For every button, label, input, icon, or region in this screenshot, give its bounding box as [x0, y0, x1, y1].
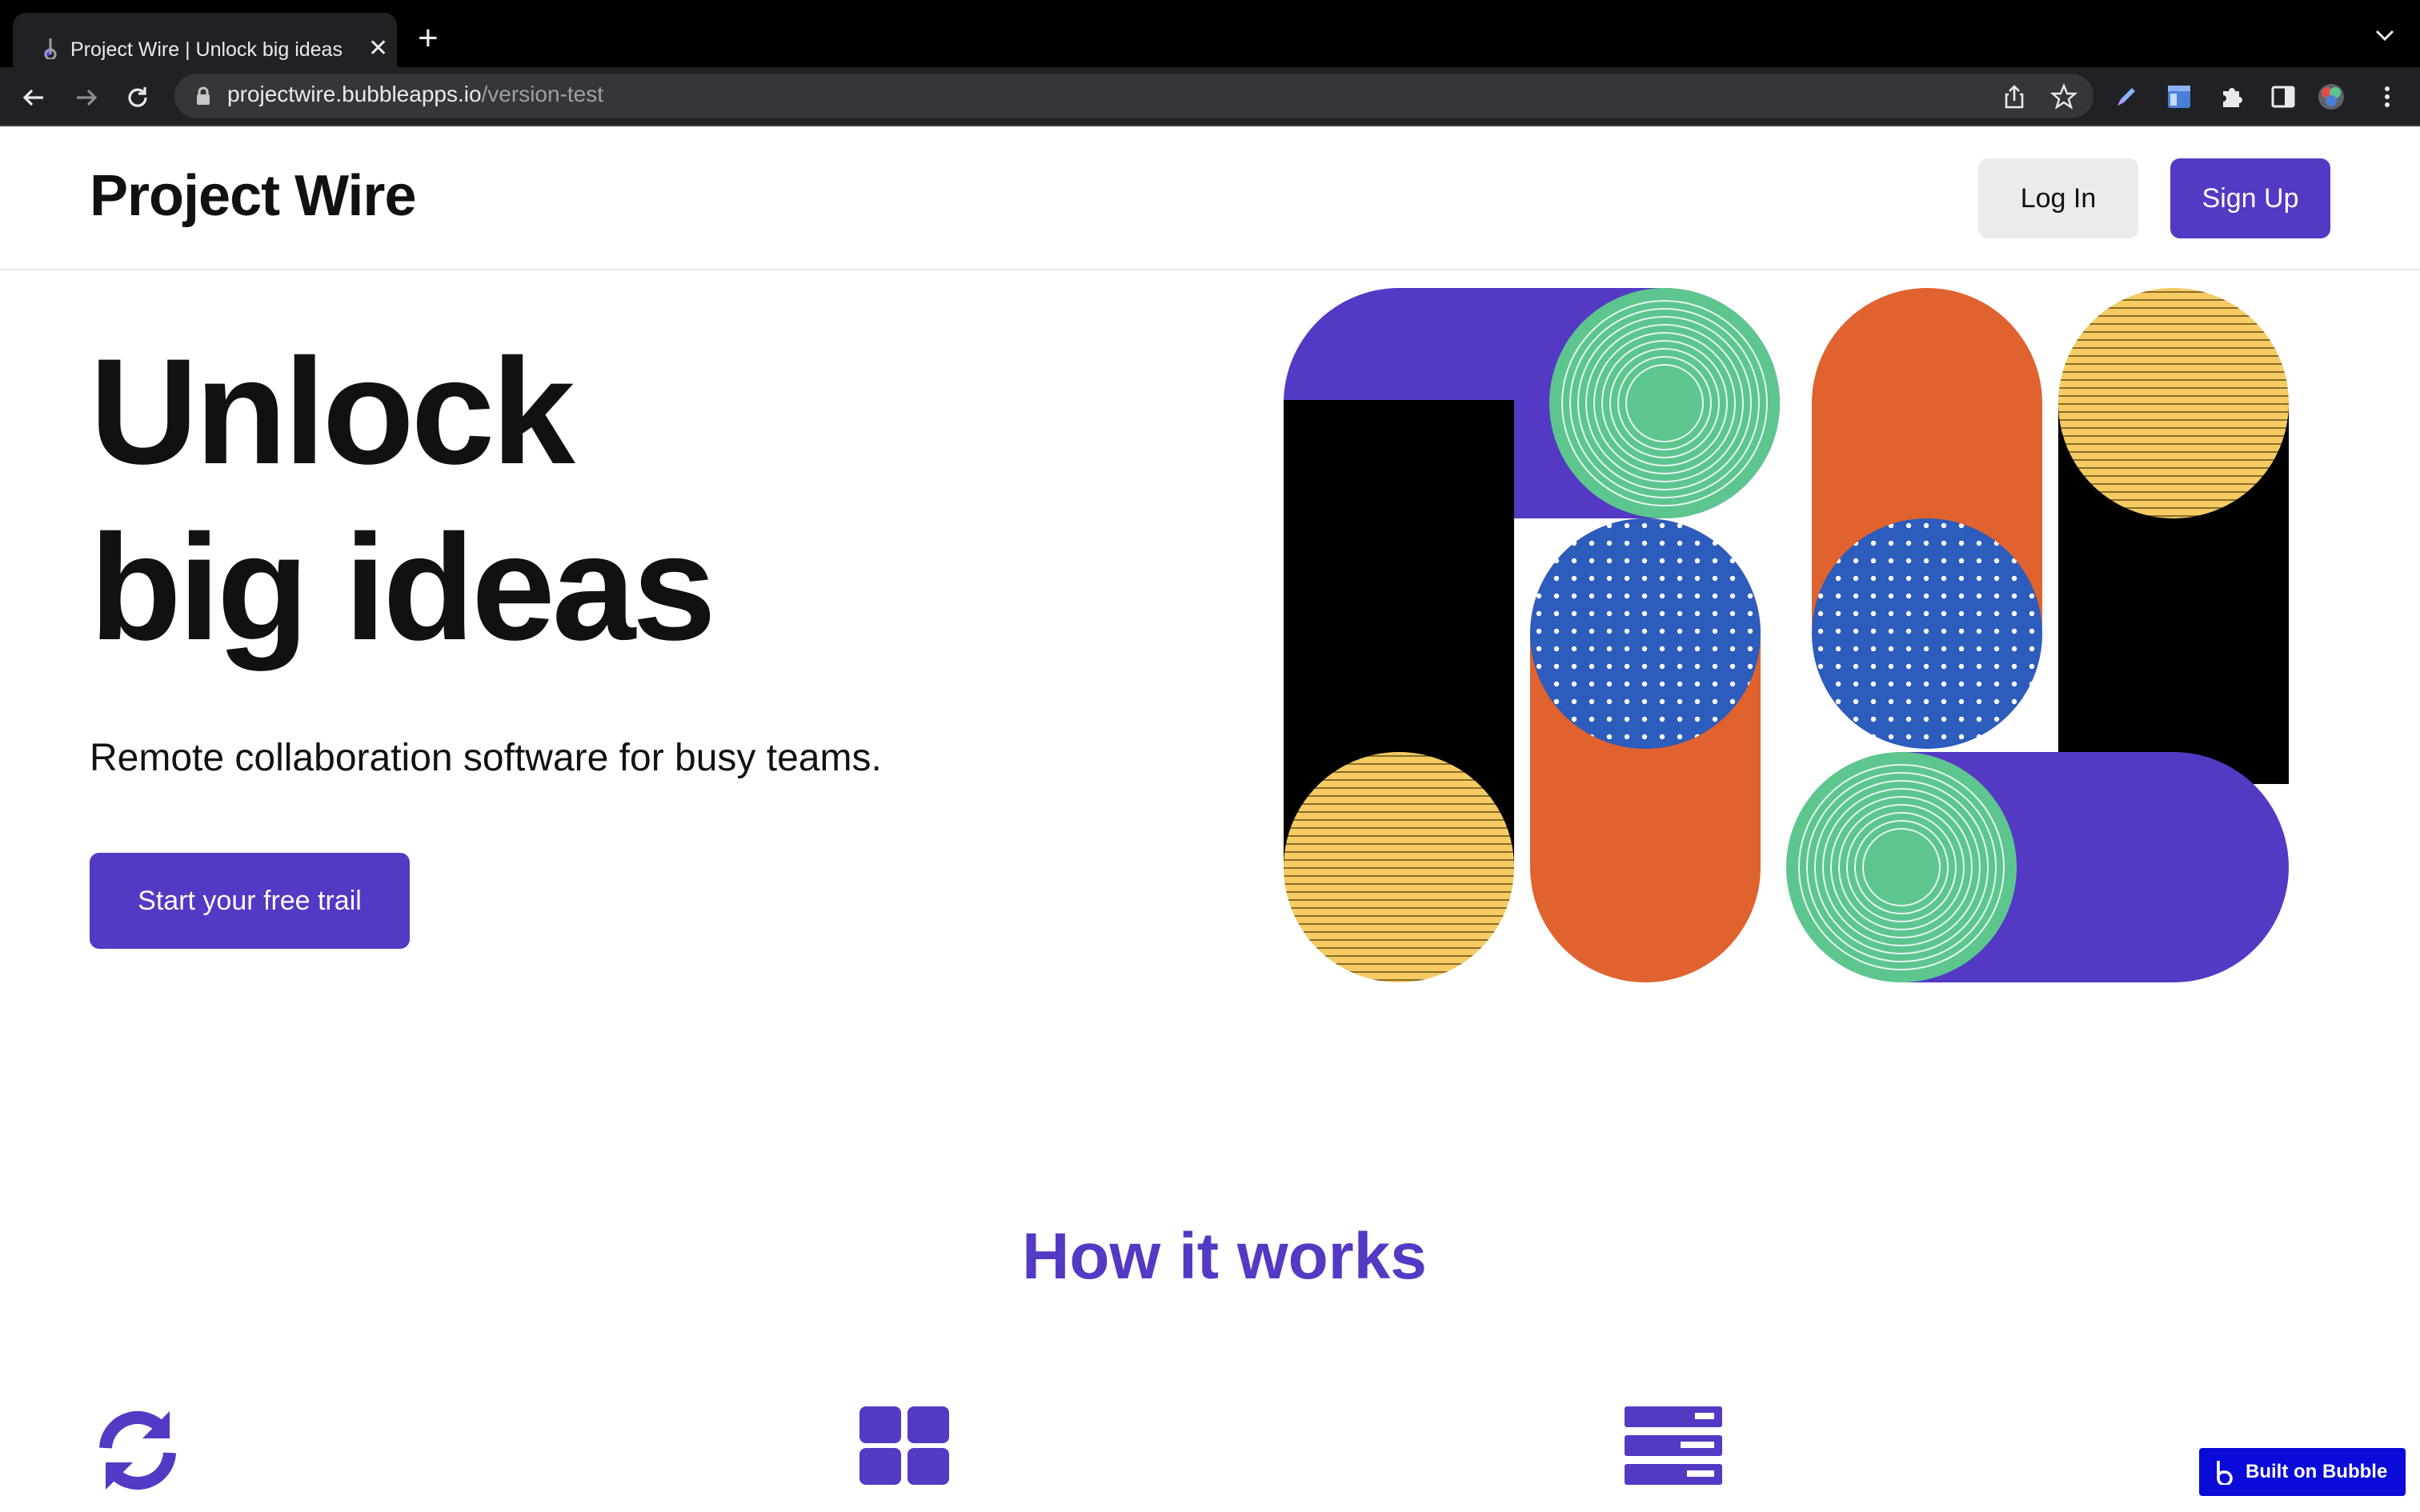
reload-icon[interactable] — [123, 83, 152, 112]
how-it-works-title: How it works — [1022, 1220, 1427, 1293]
shape-blue-dots-right — [1812, 518, 2042, 749]
lock-icon[interactable] — [195, 86, 211, 106]
url-text[interactable]: projectwire.bubbleapps.io/version-test — [227, 82, 603, 107]
share-icon[interactable] — [2001, 83, 2028, 110]
layout-extension-icon[interactable] — [2166, 83, 2193, 110]
hero-illustration — [1284, 288, 2289, 982]
shape-blue-dots-left — [1530, 518, 1761, 749]
built-on-bubble-badge[interactable]: Built on Bubble — [2199, 1448, 2406, 1496]
grid-icon — [859, 1406, 949, 1485]
browser-tab[interactable]: Project Wire | Unlock big ideas ✕ — [13, 13, 397, 67]
tab-search-chevron-icon[interactable] — [2374, 27, 2396, 43]
url-path: /version-test — [481, 82, 604, 106]
badge-label: Built on Bubble — [2246, 1461, 2388, 1482]
signup-button[interactable]: Sign Up — [2170, 158, 2330, 238]
hero-subtitle: Remote collaboration software for busy t… — [90, 737, 882, 779]
shape-yellow-lines-bottom — [1284, 752, 1514, 982]
shape-yellow-lines-top — [2058, 288, 2289, 518]
extensions-puzzle-icon[interactable] — [2218, 83, 2246, 110]
forward-arrow-icon[interactable] — [72, 83, 101, 112]
back-arrow-icon[interactable] — [19, 83, 48, 112]
profile-avatar-icon[interactable] — [2318, 83, 2345, 110]
bubble-logo-icon — [2217, 1461, 2233, 1485]
tab-close-icon[interactable]: ✕ — [368, 37, 388, 61]
bubble-favicon-icon — [44, 38, 57, 59]
pen-extension-icon[interactable] — [2113, 83, 2140, 110]
side-panel-icon[interactable] — [2270, 83, 2297, 110]
bookmark-star-icon[interactable] — [2050, 83, 2077, 110]
sync-icon — [99, 1410, 176, 1490]
tab-title: Project Wire | Unlock big ideas — [70, 38, 343, 61]
hero-title-line-2: big ideas — [90, 503, 716, 671]
free-trial-button[interactable]: Start your free trail — [90, 853, 410, 949]
new-tab-icon[interactable]: + — [418, 21, 439, 56]
login-button[interactable]: Log In — [1978, 158, 2138, 238]
brand-logo[interactable]: Project Wire — [90, 163, 416, 229]
url-host: projectwire.bubbleapps.io — [227, 82, 482, 106]
browser-menu-icon[interactable] — [2374, 83, 2401, 110]
server-icon — [1625, 1406, 1722, 1485]
hero-title-line-1: Unlock — [90, 327, 575, 495]
